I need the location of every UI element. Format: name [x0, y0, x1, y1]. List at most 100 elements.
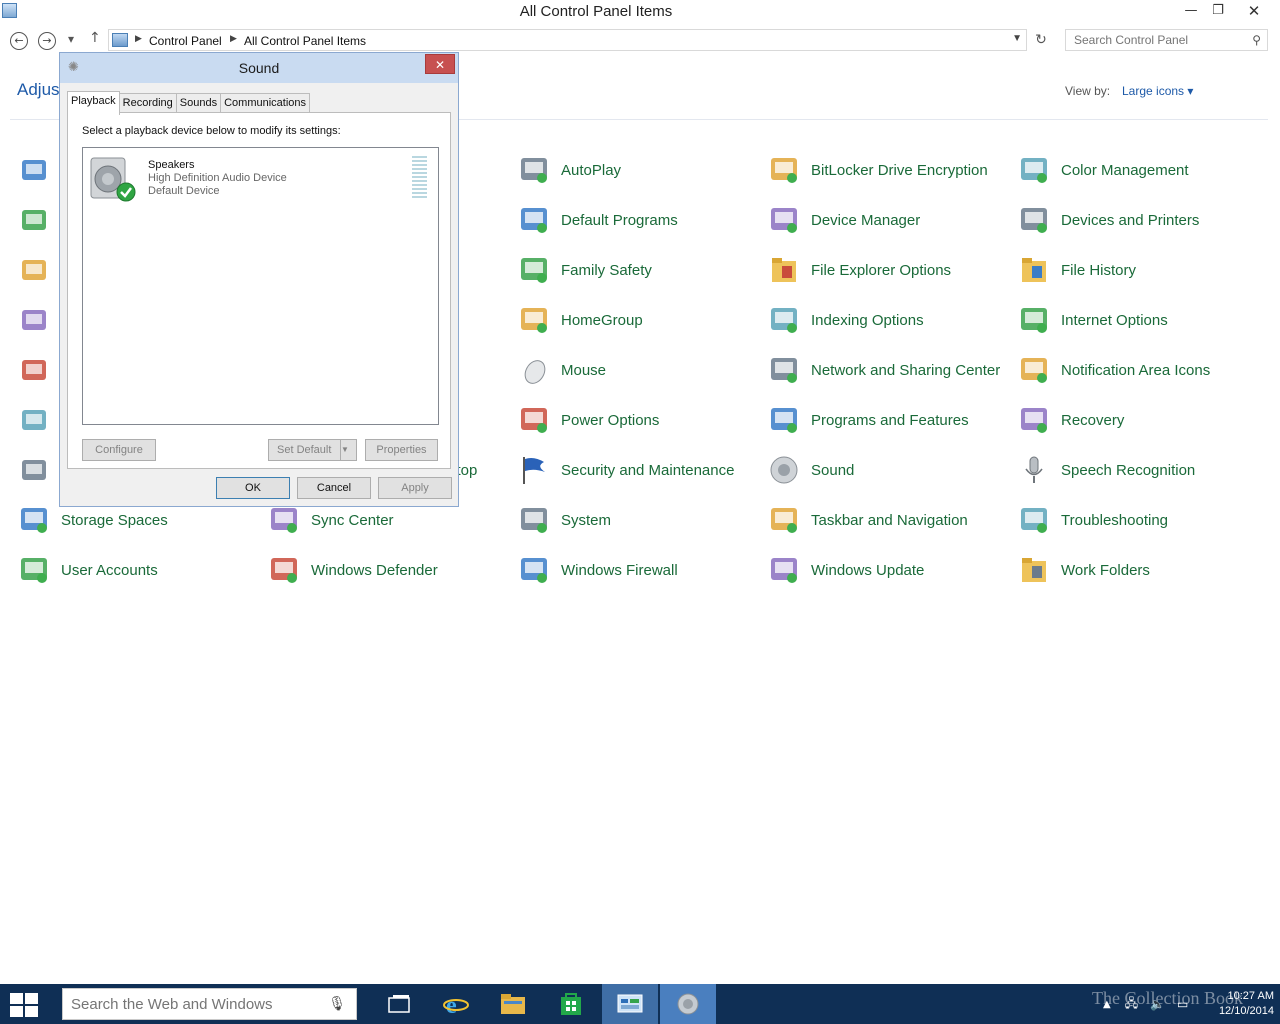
taskbar-control-panel[interactable]	[602, 984, 658, 1024]
address-bar[interactable]: ▶ Control Panel ▶ All Control Panel Item…	[108, 29, 1027, 51]
ok-button[interactable]: OK	[216, 477, 290, 499]
device-list[interactable]: Speakers High Definition Audio Device De…	[82, 147, 439, 425]
cp-item-label: Internet Options	[1061, 311, 1168, 329]
search-icon[interactable]: ⚲	[1252, 33, 1261, 47]
set-default-button[interactable]: Set Default ▼	[268, 439, 357, 461]
cp-item-partial[interactable]	[17, 348, 61, 392]
recovery-arrow-icon	[17, 153, 51, 187]
tab-playback[interactable]: Playback	[67, 91, 120, 115]
cp-item-label: Storage Spaces	[61, 511, 168, 529]
cp-item-indexing-options[interactable]: Indexing Options	[767, 298, 924, 342]
cp-item-internet-options[interactable]: Internet Options	[1017, 298, 1168, 342]
cp-item-autoplay[interactable]: AutoPlay	[517, 148, 621, 192]
taskbar-file-explorer[interactable]	[485, 984, 541, 1024]
breadcrumb-all-items[interactable]: All Control Panel Items	[244, 34, 366, 48]
system-icon	[517, 503, 551, 537]
cp-item-bitlocker-drive-encryption[interactable]: BitLocker Drive Encryption	[767, 148, 988, 192]
restore-button[interactable]: ❐	[1204, 0, 1232, 22]
cancel-button[interactable]: Cancel	[297, 477, 371, 499]
cp-item-partial[interactable]	[17, 148, 61, 192]
monitor-icon	[17, 403, 51, 437]
keyboard-icon	[17, 353, 51, 387]
recent-locations-button[interactable]: ▾	[68, 32, 74, 46]
view-by-dropdown[interactable]: Large icons ▾	[1122, 84, 1193, 98]
cp-item-partial[interactable]	[17, 298, 61, 342]
breadcrumb-control-panel[interactable]: Control Panel	[149, 34, 222, 48]
set-default-label: Set Default	[277, 444, 332, 456]
cp-item-windows-update[interactable]: Windows Update	[767, 548, 924, 592]
volume-icon[interactable]: 🔈	[1150, 997, 1165, 1011]
apply-button[interactable]: Apply	[378, 477, 452, 499]
cp-item-windows-firewall[interactable]: Windows Firewall	[517, 548, 678, 592]
device-item-speakers[interactable]: Speakers High Definition Audio Device De…	[86, 153, 435, 205]
refresh-icon[interactable]: ↻	[1030, 32, 1052, 48]
cp-item-default-programs[interactable]: Default Programs	[517, 198, 678, 242]
cp-item-troubleshooting[interactable]: Troubleshooting	[1017, 498, 1168, 542]
cp-item-programs-and-features[interactable]: Programs and Features	[767, 398, 969, 442]
taskbar-store[interactable]	[543, 984, 599, 1024]
search-input[interactable]	[1074, 30, 1244, 50]
cp-item-file-explorer-options[interactable]: File Explorer Options	[767, 248, 951, 292]
back-button[interactable]: ←	[10, 32, 28, 50]
action-center-icon[interactable]: ▭	[1177, 997, 1188, 1011]
cp-item-homegroup[interactable]: HomeGroup	[517, 298, 643, 342]
family-safety-icon	[517, 253, 551, 287]
cp-item-power-options[interactable]: Power Options	[517, 398, 659, 442]
tab-recording[interactable]: Recording	[118, 93, 177, 114]
cp-item-recovery[interactable]: Recovery	[1017, 398, 1124, 442]
cp-item-sound[interactable]: Sound	[767, 448, 854, 492]
cp-item-system[interactable]: System	[517, 498, 611, 542]
cp-item-file-history[interactable]: File History	[1017, 248, 1136, 292]
breadcrumb-separator-icon[interactable]: ▶	[135, 33, 142, 44]
forward-button[interactable]: →	[38, 32, 56, 50]
cp-item-partial[interactable]	[17, 198, 61, 242]
printer-icon	[1017, 203, 1051, 237]
task-view-button[interactable]	[371, 984, 427, 1024]
cp-item-partial[interactable]	[17, 448, 61, 492]
playback-panel: Select a playback device below to modify…	[67, 112, 451, 469]
cp-item-partial[interactable]	[17, 248, 61, 292]
cp-item-label: Device Manager	[811, 211, 921, 229]
taskbar-search-input[interactable]	[71, 989, 321, 1019]
up-button[interactable]: ↑	[89, 30, 101, 46]
breadcrumb-separator-icon[interactable]: ▶	[230, 33, 237, 44]
cp-item-notification-area-icons[interactable]: Notification Area Icons	[1017, 348, 1210, 392]
taskbar-search[interactable]: 🎙	[62, 988, 357, 1020]
cp-item-user-accounts[interactable]: User Accounts	[17, 548, 158, 592]
cp-item-windows-defender[interactable]: Windows Defender	[267, 548, 438, 592]
taskbar-internet-explorer[interactable]: e	[428, 984, 484, 1024]
cp-item-taskbar-and-navigation[interactable]: Taskbar and Navigation	[767, 498, 968, 542]
device-name: Speakers	[148, 159, 195, 171]
tab-sounds[interactable]: Sounds	[175, 93, 222, 114]
cp-item-network-and-sharing-center[interactable]: Network and Sharing Center	[767, 348, 1000, 392]
cp-item-speech-recognition[interactable]: Speech Recognition	[1017, 448, 1195, 492]
cp-item-mouse[interactable]: Mouse	[517, 348, 606, 392]
start-button[interactable]	[10, 993, 38, 1017]
chevron-down-icon[interactable]: ▼	[1012, 33, 1022, 44]
cp-item-security-and-maintenance[interactable]: Security and Maintenance	[517, 448, 734, 492]
show-hidden-icons-icon[interactable]: ▲	[1103, 999, 1111, 1010]
cp-item-color-management[interactable]: Color Management	[1017, 148, 1189, 192]
taskbar-sound[interactable]	[660, 984, 716, 1024]
search-box[interactable]: ⚲	[1065, 29, 1268, 51]
chevron-down-icon[interactable]: ▼	[340, 440, 356, 460]
cp-item-devices-and-printers[interactable]: Devices and Printers	[1017, 198, 1199, 242]
network-icon[interactable]: 🖧	[1125, 994, 1138, 1015]
dialog-titlebar: ✺ Sound ✕	[60, 53, 458, 83]
microphone-icon[interactable]: 🎙	[328, 996, 346, 1012]
cp-item-family-safety[interactable]: Family Safety	[517, 248, 652, 292]
cp-item-label: File Explorer Options	[811, 261, 952, 279]
taskbar-clock[interactable]: 10:27 AM 12/10/2014	[1200, 989, 1274, 1019]
tab-strip: Playback Recording Sounds Communications	[67, 91, 311, 115]
properties-button[interactable]: Properties	[365, 439, 438, 461]
cp-item-device-manager[interactable]: Device Manager	[767, 198, 920, 242]
cp-item-label: BitLocker Drive Encryption	[811, 161, 988, 179]
cp-item-partial[interactable]	[17, 398, 61, 442]
configure-button[interactable]: Configure	[82, 439, 156, 461]
tab-communications[interactable]: Communications	[220, 93, 311, 114]
minimize-button[interactable]: —	[1177, 0, 1205, 22]
cp-item-work-folders[interactable]: Work Folders	[1017, 548, 1150, 592]
cp-item-label: Devices and Printers	[1061, 211, 1200, 229]
dialog-close-button[interactable]: ✕	[425, 54, 455, 74]
close-button[interactable]: ✕	[1240, 0, 1268, 22]
